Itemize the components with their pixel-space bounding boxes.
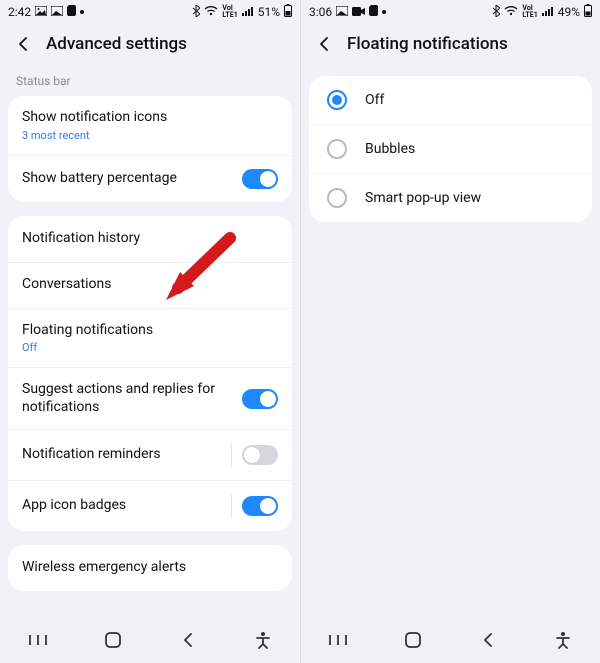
row-title: Floating notifications: [22, 322, 270, 340]
nav-accessibility-button[interactable]: [543, 620, 583, 660]
radio-label: Smart pop-up view: [365, 190, 481, 206]
row-title: Suggest actions and replies for notifica…: [22, 381, 234, 416]
nav-recents-button[interactable]: [18, 620, 58, 660]
back-button[interactable]: [315, 35, 333, 53]
volte-icon: VoILTE1: [222, 5, 237, 19]
toggle-notification-reminders[interactable]: [242, 445, 278, 465]
wifi-icon: [504, 5, 518, 19]
row-subtitle: 3 most recent: [22, 129, 270, 142]
signal-icon: [242, 5, 254, 19]
card-statusbar: Show notification icons 3 most recent Sh…: [8, 96, 292, 202]
divider: [231, 494, 232, 518]
row-floating-notifications[interactable]: Floating notifications Off: [8, 308, 292, 368]
battery-icon: [284, 4, 292, 20]
more-icon: [80, 10, 84, 14]
video-icon: [352, 5, 365, 19]
row-notification-reminders[interactable]: Notification reminders: [8, 429, 292, 480]
status-bar: 3:06 VoILTE1 49%: [301, 0, 600, 24]
radio-row-smart-popup[interactable]: Smart pop-up view: [309, 173, 592, 222]
row-show-battery-percentage[interactable]: Show battery percentage: [8, 155, 292, 202]
row-title: Show battery percentage: [22, 170, 234, 188]
status-time: 3:06: [309, 5, 332, 19]
nav-back-button[interactable]: [468, 620, 508, 660]
image-icon: [35, 5, 47, 19]
radio-row-bubbles[interactable]: Bubbles: [309, 124, 592, 173]
row-title: Show notification icons: [22, 109, 270, 127]
nav-recents-button[interactable]: [318, 620, 358, 660]
navigation-bar: [0, 617, 300, 663]
radio-row-off[interactable]: Off: [309, 76, 592, 124]
row-app-icon-badges[interactable]: App icon badges: [8, 480, 292, 531]
nav-home-button[interactable]: [93, 620, 133, 660]
wifi-icon: [204, 5, 218, 19]
row-conversations[interactable]: Conversations: [8, 262, 292, 308]
card-notifications: Notification history Conversations Float…: [8, 216, 292, 532]
toggle-show-battery-percentage[interactable]: [242, 169, 278, 189]
toggle-suggest-actions[interactable]: [242, 389, 278, 409]
status-battery-pct: 51%: [258, 5, 280, 19]
row-title: Notification reminders: [22, 446, 223, 464]
section-label-statusbar: Status bar: [0, 68, 300, 92]
page-header: Floating notifications: [301, 24, 600, 68]
status-bar: 2:42 VoILTE1 51%: [0, 0, 300, 24]
nav-back-button[interactable]: [168, 620, 208, 660]
row-title: Notification history: [22, 230, 270, 248]
card-emergency: Wireless emergency alerts: [8, 545, 292, 591]
status-battery-pct: 49%: [558, 5, 580, 19]
nav-accessibility-button[interactable]: [243, 620, 283, 660]
card-floating-options: Off Bubbles Smart pop-up view: [309, 76, 592, 222]
phone-right: 3:06 VoILTE1 49% Floating notifications …: [300, 0, 600, 663]
volte-icon: VoILTE1: [522, 5, 537, 19]
radio-label: Bubbles: [365, 141, 415, 157]
page-header: Advanced settings: [0, 24, 300, 68]
page-title: Floating notifications: [347, 34, 508, 54]
row-wireless-emergency-alerts[interactable]: Wireless emergency alerts: [8, 545, 292, 591]
image-icon: [336, 5, 348, 19]
image-icon: [51, 5, 63, 19]
row-show-notification-icons[interactable]: Show notification icons 3 most recent: [8, 96, 292, 155]
more-icon: [382, 10, 386, 14]
phone-left: 2:42 VoILTE1 51% Advanced settings Statu…: [0, 0, 300, 663]
sim-icon: [369, 5, 378, 19]
bluetooth-icon: [492, 5, 500, 20]
sim-icon: [67, 5, 76, 19]
battery-icon: [584, 4, 592, 20]
radio-label: Off: [365, 92, 384, 108]
row-subtitle: Off: [22, 341, 270, 354]
row-suggest-actions[interactable]: Suggest actions and replies for notifica…: [8, 367, 292, 429]
divider: [231, 443, 232, 467]
page-title: Advanced settings: [46, 34, 187, 54]
status-time: 2:42: [8, 5, 31, 19]
radio-smart-popup[interactable]: [327, 188, 347, 208]
row-title: Conversations: [22, 276, 270, 294]
row-title: Wireless emergency alerts: [22, 559, 270, 577]
back-button[interactable]: [14, 35, 32, 53]
toggle-app-icon-badges[interactable]: [242, 496, 278, 516]
nav-home-button[interactable]: [393, 620, 433, 660]
row-notification-history[interactable]: Notification history: [8, 216, 292, 262]
row-title: App icon badges: [22, 497, 223, 515]
navigation-bar: [301, 617, 600, 663]
signal-icon: [542, 5, 554, 19]
bluetooth-icon: [192, 5, 200, 20]
radio-off[interactable]: [327, 90, 347, 110]
radio-bubbles[interactable]: [327, 139, 347, 159]
